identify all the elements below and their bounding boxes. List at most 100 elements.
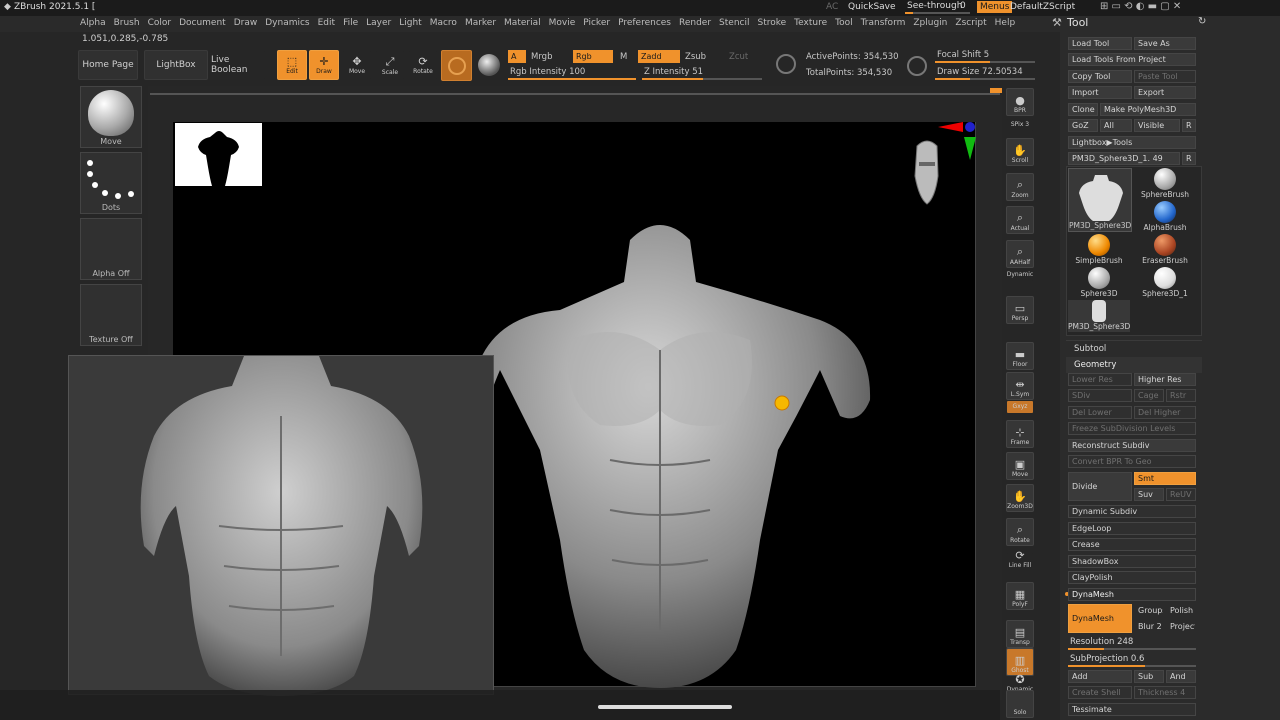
shelf-spix-3[interactable]: SPix 3 <box>1006 118 1034 132</box>
texture-selector[interactable]: Texture Off <box>80 284 142 346</box>
lower-res-button[interactable]: Lower Res <box>1068 373 1132 386</box>
home-page-button[interactable]: Home Page <box>78 50 138 80</box>
cage-button[interactable]: Cage <box>1134 389 1164 402</box>
zsub-button[interactable]: Zsub <box>685 52 706 62</box>
zcut-button[interactable]: Zcut <box>729 52 748 62</box>
menu-help[interactable]: Help <box>991 16 1020 30</box>
canvas-scrollbar[interactable] <box>150 93 1000 95</box>
menu-zscript[interactable]: Zscript <box>951 16 990 30</box>
shelf-polyf[interactable]: ▦ PolyF <box>1006 582 1034 610</box>
m-button[interactable]: M <box>620 52 627 62</box>
polish-toggle[interactable]: Polish <box>1166 604 1196 617</box>
menu-zplugin[interactable]: Zplugin <box>909 16 951 30</box>
menu-texture[interactable]: Texture <box>790 16 831 30</box>
rgb-intensity-slider[interactable] <box>508 78 636 80</box>
menu-render[interactable]: Render <box>675 16 715 30</box>
menu-tool[interactable]: Tool <box>831 16 856 30</box>
goz-visible-button[interactable]: Visible <box>1134 119 1180 132</box>
dynamic-subdiv-section[interactable]: Dynamic Subdiv <box>1068 505 1196 518</box>
menu-color[interactable]: Color <box>144 16 176 30</box>
z-intensity-slider[interactable] <box>642 78 762 80</box>
menus-toggle[interactable]: Menus <box>977 1 1013 13</box>
goz-r-button[interactable]: R <box>1182 119 1196 132</box>
menu-movie[interactable]: Movie <box>545 16 580 30</box>
clone-button[interactable]: Clone <box>1068 103 1098 116</box>
freeze-subdiv-button[interactable]: Freeze SubDivision Levels <box>1068 422 1196 435</box>
current-tool-slider[interactable]: PM3D_Sphere3D_1. 49 <box>1068 152 1180 165</box>
shelf-dynamic[interactable]: Dynamic <box>1006 268 1034 282</box>
import-button[interactable]: Import <box>1068 86 1132 99</box>
tool-sphere3d[interactable]: Sphere3D <box>1068 267 1130 299</box>
subprojection-slider[interactable] <box>1068 665 1196 667</box>
draw-size-slider[interactable] <box>935 78 1035 80</box>
goz-all-button[interactable]: All <box>1100 119 1132 132</box>
orientation-gizmo-icon[interactable] <box>905 118 981 210</box>
menu-edit[interactable]: Edit <box>314 16 339 30</box>
blur-slider[interactable]: Blur 2 <box>1134 620 1164 633</box>
menu-preferences[interactable]: Preferences <box>614 16 675 30</box>
mrgb-button[interactable]: Mrgb <box>531 52 552 62</box>
tool-sphere3d-1[interactable]: Sphere3D_1 <box>1134 267 1196 299</box>
focal-shift-slider[interactable] <box>935 61 1035 63</box>
menu-picker[interactable]: Picker <box>579 16 614 30</box>
project-toggle[interactable]: Project <box>1166 620 1196 633</box>
lightbox-tools-button[interactable]: Lightbox▶Tools <box>1068 136 1196 149</box>
tool-title[interactable]: Tool <box>1067 16 1088 29</box>
shelf-line-fill[interactable]: ⟳ Line Fill <box>1006 549 1034 569</box>
shelf-solo[interactable]: Solo <box>1006 690 1034 718</box>
menu-file[interactable]: File <box>339 16 362 30</box>
add-button[interactable]: Add <box>1068 670 1132 683</box>
tessimate-section[interactable]: Tessimate <box>1068 703 1196 716</box>
sculpted-torso-model[interactable] <box>460 210 880 688</box>
stroke-selector[interactable]: Dots <box>80 152 142 214</box>
tool-sphere-brush[interactable]: SphereBrush <box>1134 168 1196 200</box>
shelf-scroll[interactable]: ✋ Scroll <box>1006 138 1034 166</box>
shelf-persp[interactable]: ▭ Persp <box>1006 296 1034 324</box>
menu-layer[interactable]: Layer <box>362 16 395 30</box>
sdiv-slider[interactable]: SDiv <box>1068 389 1132 402</box>
del-higher-button[interactable]: Del Higher <box>1134 406 1196 419</box>
menu-macro[interactable]: Macro <box>426 16 461 30</box>
scrollbar-thumb[interactable] <box>990 88 1002 93</box>
del-lower-button[interactable]: Del Lower <box>1068 406 1132 419</box>
shadowbox-section[interactable]: ShadowBox <box>1068 555 1196 568</box>
dynamic-size-icon[interactable] <box>907 56 927 76</box>
shelf-dynamic[interactable]: ✪ Dynamic <box>1006 673 1034 693</box>
shelf-floor[interactable]: ▬ Floor <box>1006 342 1034 370</box>
create-shell-button[interactable]: Create Shell <box>1068 686 1132 699</box>
make-polymesh-button[interactable]: Make PolyMesh3D <box>1100 103 1196 116</box>
ac-label[interactable]: AC <box>826 2 838 12</box>
menu-brush[interactable]: Brush <box>110 16 144 30</box>
higher-res-button[interactable]: Higher Res <box>1134 373 1196 386</box>
crease-section[interactable]: Crease <box>1068 538 1196 551</box>
geometry-section[interactable]: Geometry <box>1066 357 1202 373</box>
refresh-icon[interactable]: ↻ <box>1198 16 1206 27</box>
live-boolean-button[interactable]: Live Boolean <box>210 50 266 80</box>
menu-dynamics[interactable]: Dynamics <box>261 16 313 30</box>
shelf-actual[interactable]: ⌕ Actual <box>1006 206 1034 234</box>
zadd-button[interactable]: Zadd <box>638 50 680 63</box>
shelf-zoom3d[interactable]: ✋ Zoom3D <box>1006 484 1034 512</box>
goz-button[interactable]: GoZ <box>1068 119 1098 132</box>
alpha-selector[interactable]: Alpha Off <box>80 218 142 280</box>
shelf-move[interactable]: ▣ Move <box>1006 452 1034 480</box>
menu-stencil[interactable]: Stencil <box>715 16 753 30</box>
dynamesh-button[interactable]: DynaMesh <box>1068 604 1132 633</box>
shelf-frame[interactable]: ⊹ Frame <box>1006 420 1034 448</box>
reuv-toggle[interactable]: ReUV <box>1166 488 1196 501</box>
edgeloop-section[interactable]: EdgeLoop <box>1068 522 1196 535</box>
paste-tool-button[interactable]: Paste Tool <box>1134 70 1196 83</box>
menu-alpha[interactable]: Alpha <box>76 16 110 30</box>
tool-thumb-pm3d-sphere3d[interactable]: PM3D_Sphere3D <box>1068 168 1132 232</box>
current-tool-r-button[interactable]: R <box>1182 152 1196 165</box>
save-as-button[interactable]: Save As <box>1134 37 1196 50</box>
lightbox-button[interactable]: LightBox <box>144 50 208 80</box>
menu-material[interactable]: Material <box>500 16 545 30</box>
a-toggle[interactable]: A <box>508 50 526 63</box>
claypolish-section[interactable]: ClayPolish <box>1068 571 1196 584</box>
scale-button[interactable]: ⤢ Scale <box>375 50 405 80</box>
shelf-transp[interactable]: ▤ Transp <box>1006 620 1034 648</box>
rotate-button[interactable]: ⟳ Rotate <box>408 50 438 80</box>
rgb-button[interactable]: Rgb <box>573 50 613 63</box>
tool-simple-brush[interactable]: SimpleBrush <box>1068 234 1130 266</box>
